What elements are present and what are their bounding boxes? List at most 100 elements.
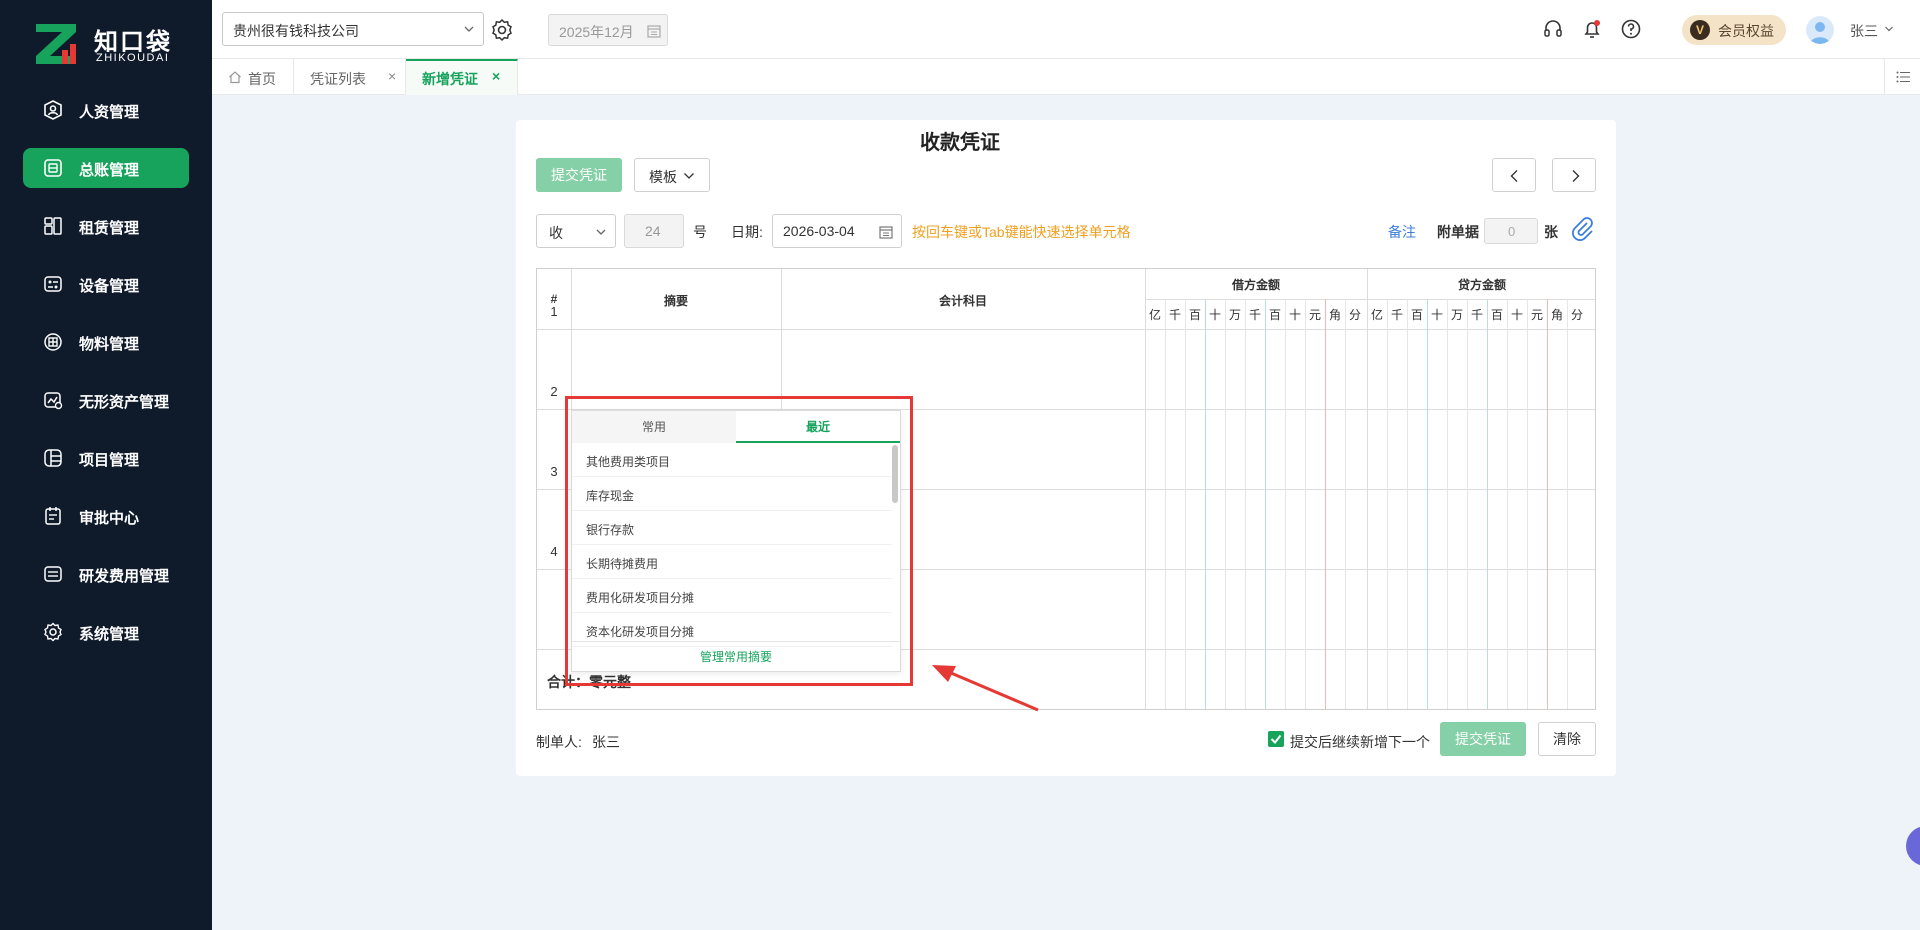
digit-header: 十 [1288, 308, 1301, 322]
digit-header: 百 [1410, 308, 1423, 322]
digit-divider [1285, 299, 1286, 709]
digit-header: 角 [1328, 308, 1341, 322]
device-icon [44, 276, 62, 292]
digit-header: 千 [1390, 308, 1403, 322]
sidebar-item-label: 审批中心 [79, 510, 140, 527]
digit-divider [1467, 299, 1468, 709]
lease-icon [44, 217, 62, 235]
maker-label: 制单人: [536, 734, 582, 750]
headset-icon[interactable] [1542, 18, 1564, 40]
gear-icon [44, 622, 62, 642]
template-dropdown-button[interactable]: 模板 [634, 158, 710, 192]
top-header: 贵州很有钱科技公司 2025年12月 V 会员权益 张三 [212, 0, 1920, 59]
remark-link[interactable]: 备注 [1388, 222, 1416, 242]
sidebar-item-system[interactable]: 系统管理 [23, 612, 189, 652]
voucher-date-value: 2026-03-04 [783, 223, 855, 239]
chevron-down-icon[interactable] [1884, 24, 1894, 34]
tab-label: 首页 [248, 71, 276, 87]
calendar-icon [647, 25, 661, 38]
digit-divider [1567, 299, 1568, 709]
sidebar-item-label: 无形资产管理 [79, 394, 170, 411]
vip-badge-icon: V [1690, 20, 1710, 40]
digit-divider [1487, 299, 1488, 709]
next-voucher-button[interactable] [1552, 158, 1596, 192]
tab-label: 新增凭证 [422, 71, 478, 87]
chevron-right-icon [1572, 170, 1580, 182]
grid-line [537, 329, 1595, 330]
sidebar-item-material[interactable]: 物料管理 [23, 322, 189, 362]
vip-benefits-button[interactable]: V 会员权益 [1682, 15, 1786, 45]
settings-gear-icon[interactable] [490, 18, 514, 42]
calendar-icon [879, 226, 893, 239]
chevron-down-icon [464, 26, 474, 32]
voucher-type-select[interactable]: 收 [536, 214, 616, 248]
sidebar-item-approval[interactable]: 审批中心 [23, 496, 189, 536]
digit-header: 万 [1450, 308, 1463, 322]
digit-header: 万 [1228, 308, 1241, 322]
tab-home[interactable]: 首页 [212, 59, 294, 95]
user-name[interactable]: 张三 [1850, 21, 1878, 41]
period-picker[interactable]: 2025年12月 [548, 14, 668, 46]
logo-mark-icon [36, 24, 76, 64]
digit-divider [1507, 299, 1508, 709]
close-icon[interactable]: × [492, 68, 500, 84]
period-value: 2025年12月 [559, 24, 634, 40]
digit-divider [1407, 299, 1408, 709]
tab-list-menu[interactable] [1884, 59, 1920, 95]
attachment-count-input[interactable]: 0 [1484, 218, 1538, 244]
paperclip-icon[interactable] [1570, 215, 1596, 241]
material-icon [44, 333, 62, 351]
submit-voucher-button[interactable]: 提交凭证 [536, 158, 622, 192]
voucher-date-picker[interactable]: 2026-03-04 [772, 214, 902, 248]
voucher-number-suffix: 号 [693, 224, 707, 240]
sidebar-item-intangible[interactable]: 无形资产管理 [23, 380, 189, 420]
template-label: 模板 [649, 169, 677, 185]
home-icon [229, 71, 241, 84]
attachment-label: 附单据 [1437, 224, 1479, 240]
clear-button[interactable]: 清除 [1538, 722, 1596, 756]
digit-divider [1245, 299, 1246, 709]
brand-subtitle: ZHIKOUDAI [96, 52, 170, 64]
digit-divider [1225, 299, 1226, 709]
digit-header: 元 [1308, 308, 1321, 322]
help-icon[interactable] [1620, 18, 1642, 40]
voucher-number-value: 24 [645, 223, 661, 239]
avatar[interactable] [1806, 16, 1834, 44]
chat-bubble-icon[interactable] [1906, 826, 1920, 866]
continue-checkbox[interactable] [1268, 731, 1284, 747]
person-badge-icon [44, 100, 62, 120]
previous-voucher-button[interactable] [1492, 158, 1536, 192]
tab-label: 凭证列表 [310, 71, 366, 87]
sidebar-item-project[interactable]: 项目管理 [23, 438, 189, 478]
digit-header: 百 [1188, 308, 1201, 322]
digit-divider [1185, 299, 1186, 709]
sidebar-item-hr[interactable]: 人资管理 [23, 90, 189, 130]
annotation-arrow-icon [932, 665, 1039, 712]
rd-expense-icon [44, 566, 62, 582]
sidebar-item-lease[interactable]: 租赁管理 [23, 206, 189, 246]
row-number: 1 [550, 304, 558, 319]
submit-voucher-bottom-button[interactable]: 提交凭证 [1440, 722, 1526, 756]
digit-header: 千 [1248, 308, 1261, 322]
chevron-down-icon [596, 229, 606, 235]
digit-header: 分 [1570, 308, 1583, 322]
date-label: 日期: [731, 224, 763, 240]
digit-divider [1325, 299, 1326, 709]
bell-icon[interactable] [1581, 18, 1603, 40]
digit-divider [1547, 299, 1548, 709]
tab-bar: 首页 凭证列表 × 新增凭证 × [212, 59, 1920, 95]
brand-logo[interactable]: 知口袋 ZHIKOUDAI [36, 22, 186, 66]
sidebar-item-rd-expense[interactable]: 研发费用管理 [23, 554, 189, 594]
company-select[interactable]: 贵州很有钱科技公司 [222, 12, 484, 46]
tab-new-voucher[interactable]: 新增凭证 × [406, 59, 518, 95]
tab-voucher-list[interactable]: 凭证列表 × [294, 59, 406, 95]
close-icon[interactable]: × [388, 68, 396, 84]
sidebar-item-label: 人资管理 [79, 104, 140, 121]
sidebar-item-device[interactable]: 设备管理 [23, 264, 189, 304]
vip-label: 会员权益 [1718, 23, 1774, 39]
user-avatar-icon [1810, 22, 1830, 44]
voucher-type-value: 收 [549, 225, 563, 241]
ledger-icon [44, 159, 62, 177]
voucher-number-input[interactable]: 24 [624, 214, 684, 248]
check-icon [1270, 734, 1282, 745]
